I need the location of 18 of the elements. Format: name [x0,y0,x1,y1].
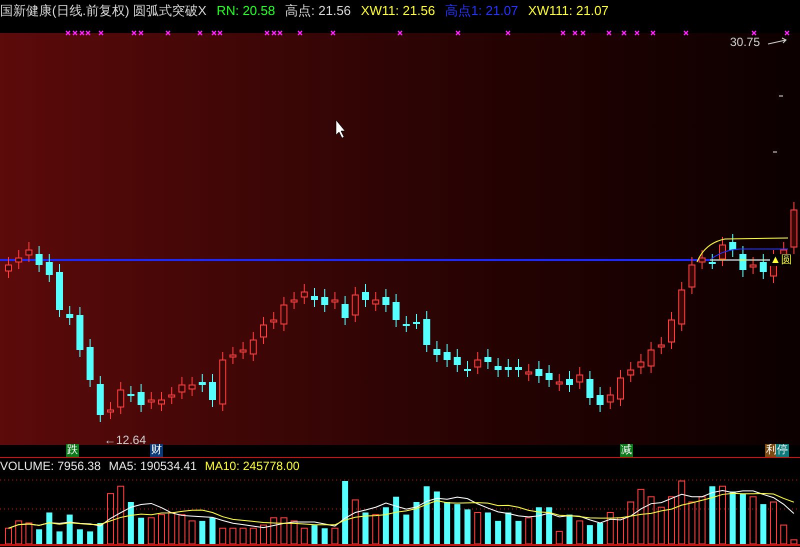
indicator-reading: XW11: 21.56 [360,2,436,20]
indicator-reading: 高点: 21.56 [285,2,351,20]
arrow-icon [768,38,787,44]
volume-reading: MA5: 190534.41 [108,458,197,475]
indicator-reading: RN: 20.58 [216,2,276,20]
max-price-label: 30.75 [730,36,760,49]
indicator-reading: XW111: 21.07 [528,2,609,20]
min-price-label: ←12.64 [104,432,146,449]
indicator-reading: 高点1: 21.07 [445,2,518,20]
signal-tag: 减 [620,444,633,457]
chart-title: 国新健康(日线.前复权) 圆弧式突破X [0,2,207,20]
volume-reading: MA10: 245778.00 [204,458,300,475]
signal-tag: 财 [150,444,163,457]
volume-reading: VOLUME: 7956.38 [0,458,101,475]
signal-tag: 跌 [66,444,79,457]
pointer-icon [336,120,346,138]
signal-tag: 停 [776,444,789,457]
pattern-tag: ▲圆 [770,254,792,266]
